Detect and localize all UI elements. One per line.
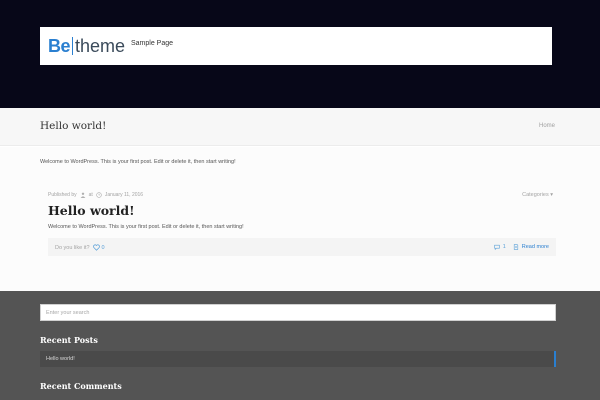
post-title[interactable]: Hello world! (48, 203, 135, 218)
document-icon (513, 244, 518, 250)
post-date: January 11, 2016 (104, 192, 144, 198)
search-input[interactable] (40, 304, 556, 321)
logo-separator (72, 37, 74, 55)
read-more-link[interactable]: Read more (522, 244, 549, 250)
logo-theme-text: theme (75, 35, 126, 56)
categories-label: Categories (522, 192, 549, 198)
comments-count[interactable]: 1 (503, 244, 506, 250)
logo-be-text: Be (48, 35, 71, 56)
top-bar: Be theme Sample Page (40, 27, 552, 65)
like-button[interactable]: 0 (92, 244, 105, 251)
site-logo[interactable]: Be theme (48, 35, 125, 57)
caret-down-icon: ▾ (550, 192, 553, 198)
recent-post-item[interactable]: Hello world! (40, 351, 556, 367)
intro-text: Welcome to WordPress. This is your first… (40, 159, 236, 165)
comment-icon (494, 244, 500, 250)
post-meta: Published by at January 11, 2016 (48, 192, 143, 198)
like-section: Do you like it? 0 (55, 244, 105, 251)
recent-posts-title: Recent Posts (40, 335, 98, 345)
post-actions: 1 Read more (494, 244, 549, 250)
post-excerpt: Welcome to WordPress. This is your first… (48, 224, 244, 230)
like-count: 0 (101, 244, 105, 251)
at-label: at (88, 192, 93, 198)
subheader: Hello world! Home (0, 108, 600, 146)
clock-icon (96, 192, 102, 198)
post-footer: Do you like it? 0 1 Read more (48, 238, 556, 256)
breadcrumb-home[interactable]: Home (539, 123, 555, 129)
recent-comments-title: Recent Comments (40, 381, 122, 391)
user-icon (80, 192, 86, 198)
site-footer: Recent Posts Hello world! Recent Comment… (0, 291, 600, 400)
heart-icon (92, 244, 100, 251)
published-by-label: Published by (48, 192, 77, 198)
site-header: Be theme Sample Page (0, 0, 600, 108)
nav-item-sample-page[interactable]: Sample Page (131, 40, 173, 47)
page-title: Hello world! (40, 120, 107, 132)
like-label: Do you like it? (55, 244, 90, 251)
categories-dropdown[interactable]: Categories ▾ (522, 192, 553, 198)
main-content: Welcome to WordPress. This is your first… (0, 147, 600, 291)
